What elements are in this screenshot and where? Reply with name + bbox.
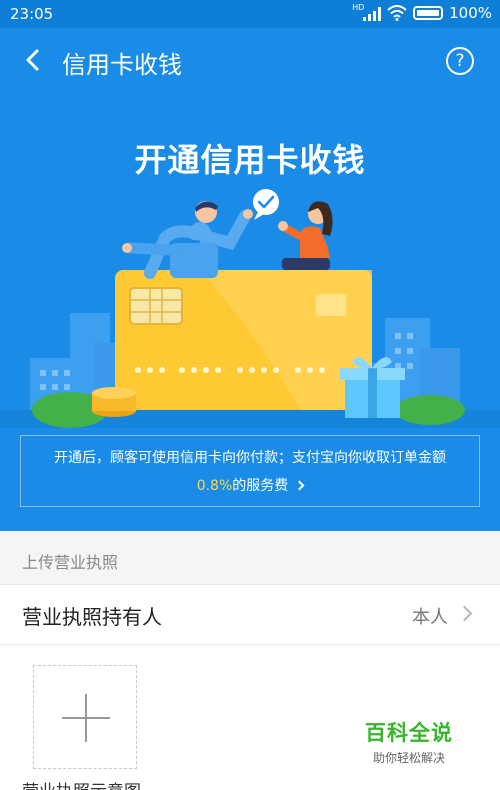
license-holder-value: 本人 <box>412 607 448 628</box>
license-holder-row[interactable]: 营业执照持有人 本人 <box>0 585 500 645</box>
status-time: 23:05 <box>10 5 54 23</box>
fee-notice-text: 开通后，顾客可使用信用卡向你付款；支付宝向你收取订单金额 <box>54 450 446 466</box>
wifi-icon <box>387 5 407 21</box>
back-arrow-icon <box>26 49 39 71</box>
status-icons: HD 100% <box>352 3 492 22</box>
battery-level: 100% <box>449 4 492 22</box>
section-header-label: 上传营业执照 <box>22 553 119 572</box>
fee-rate: 0.8% <box>196 478 233 494</box>
section-header: 上传营业执照 <box>0 531 500 585</box>
status-bar: 23:05 HD 100% <box>0 0 500 28</box>
chevron-right-icon <box>456 605 473 622</box>
battery-icon <box>413 6 444 20</box>
upload-area: 营业执照示意图 百科全说 助你轻松解决 <box>0 645 500 790</box>
fee-label: 的服务费 <box>232 478 289 494</box>
upload-caption: 营业执照示意图 <box>22 777 141 790</box>
plus-icon-vertical <box>85 694 87 742</box>
watermark: 百科全说 助你轻松解决 <box>365 717 453 766</box>
chevron-right-icon <box>294 480 305 491</box>
nav-bar: 信用卡收钱 ? <box>0 28 500 92</box>
license-holder-label: 营业执照持有人 <box>22 605 162 629</box>
upload-license-button[interactable] <box>33 665 137 769</box>
watermark-subtitle: 助你轻松解决 <box>372 751 445 765</box>
hero-banner: 信用卡收钱 ? 开通信用卡收钱 开通后，顾客可使用信用卡向你付款；支付宝向你收取… <box>0 28 500 531</box>
back-button[interactable] <box>18 46 46 74</box>
help-button[interactable]: ? <box>446 47 474 75</box>
fee-notice-detail: 0.8%的服务费 <box>21 475 479 495</box>
page-title: 信用卡收钱 <box>62 51 182 79</box>
fee-notice[interactable]: 开通后，顾客可使用信用卡向你付款；支付宝向你收取订单金额 0.8%的服务费 <box>20 435 480 507</box>
signal-icon: HD <box>352 3 382 21</box>
hero-title: 开通信用卡收钱 <box>134 141 366 179</box>
people-credit-card-illustration <box>0 189 500 428</box>
watermark-title: 百科全说 <box>365 721 453 745</box>
question-mark-icon: ? <box>455 51 465 71</box>
network-label: HD <box>352 3 365 12</box>
